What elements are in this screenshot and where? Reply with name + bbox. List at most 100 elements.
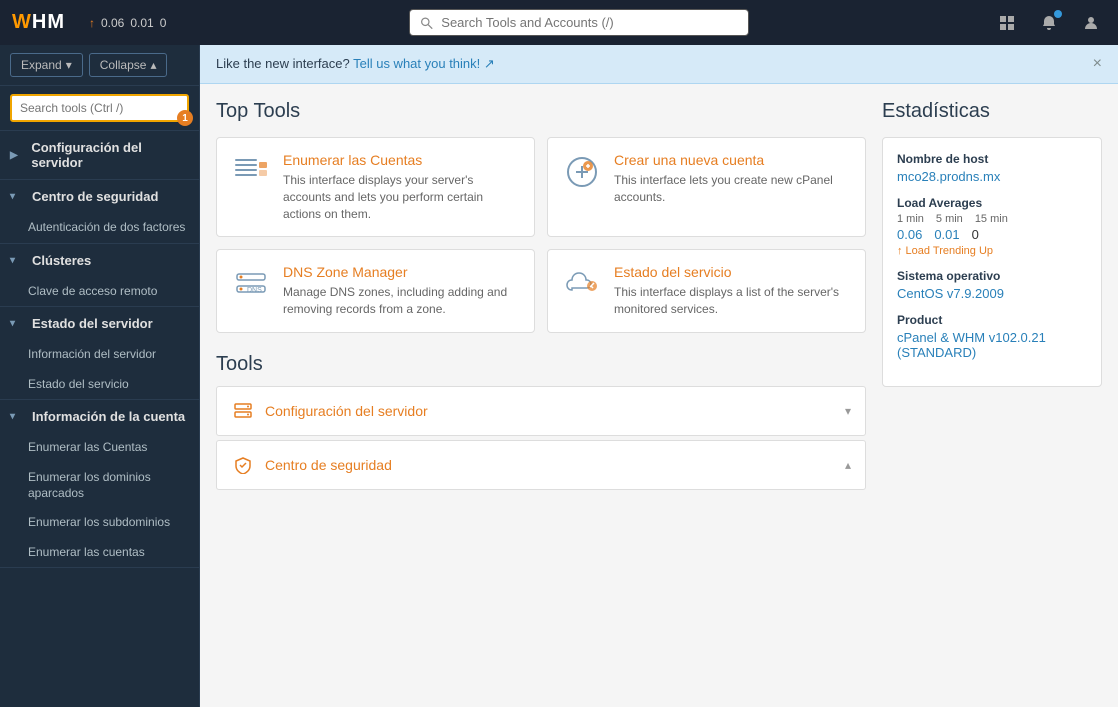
stats-load-headers: 1 min 5 min 15 min [897, 213, 1087, 225]
user-icon [1083, 15, 1099, 31]
accordion-seguridad-title: Centro de seguridad [265, 457, 392, 473]
nav-section-clusteres-header[interactable]: ▾ Clústeres [0, 244, 199, 277]
accordion-config-header[interactable]: Configuración del servidor ▾ [217, 387, 865, 435]
content-inner: Top Tools [200, 84, 1118, 510]
sidebar-item-clave-acceso[interactable]: Clave de acceso remoto [0, 277, 199, 307]
tool-cards-grid: Enumerar las Cuentas This interface disp… [216, 137, 866, 333]
stats-hostname-label: Nombre de host [897, 152, 1087, 166]
svg-text:DNS: DNS [247, 287, 262, 294]
stats-os-row: Sistema operativo CentOS v7.9.2009 [897, 269, 1087, 301]
nav-section-config-label: Configuración del servidor [31, 140, 189, 170]
tool-card-enumerar-title: Enumerar las Cuentas [283, 152, 520, 168]
main-column: Top Tools [216, 100, 866, 494]
load-header-5min: 5 min [936, 213, 963, 225]
load-val-15min: 0 [972, 227, 979, 242]
expand-icon: ▾ [66, 58, 72, 72]
nav-section-info-cuenta-header[interactable]: ▾ Información de la cuenta [0, 400, 199, 433]
stats-panel: Estadísticas Nombre de host mco28.prodns… [882, 100, 1102, 494]
grid-icon [999, 15, 1015, 31]
accordion-seguridad-left: Centro de seguridad [231, 453, 392, 477]
collapse-button[interactable]: Collapse ▴ [89, 53, 168, 77]
tool-card-dns-body: DNS Zone Manager Manage DNS zones, inclu… [283, 264, 520, 318]
tool-icon-plus [562, 152, 602, 192]
user-button[interactable] [1076, 8, 1106, 38]
external-link-icon: ↗ [484, 56, 495, 71]
tool-card-estado[interactable]: Estado del servicio This interface displ… [547, 249, 866, 333]
sidebar-item-enum-cuentas2[interactable]: Enumerar las cuentas [0, 538, 199, 568]
topbar: WHM ↑ 0.06 0.01 0 [0, 0, 1118, 45]
expand-button[interactable]: Expand ▾ [10, 53, 83, 77]
nav-arrow-info-cuenta: ▾ [10, 411, 24, 422]
nav-section-estado-header[interactable]: ▾ Estado del servidor [0, 307, 199, 340]
accordion-config-left: Configuración del servidor [231, 399, 428, 423]
stats-hostname-row: Nombre de host mco28.prodns.mx [897, 152, 1087, 184]
stats-load-label: Load Averages [897, 196, 1087, 210]
topbar-icons [992, 8, 1106, 38]
tool-card-estado-desc: This interface displays a list of the se… [614, 284, 851, 318]
tools-title: Tools [216, 353, 866, 376]
stat-val3: 0 [160, 16, 167, 30]
sidebar-item-enum-cuentas[interactable]: Enumerar las Cuentas [0, 433, 199, 463]
tool-card-estado-body: Estado del servicio This interface displ… [614, 264, 851, 318]
tool-card-enumerar[interactable]: Enumerar las Cuentas This interface disp… [216, 137, 535, 237]
nav-section-config-header[interactable]: ▶ Configuración del servidor [0, 131, 199, 179]
notice-close-button[interactable]: × [1093, 55, 1102, 73]
nav-arrow-config: ▶ [10, 150, 23, 161]
sidebar-nav: ▶ Configuración del servidor ▾ Centro de… [0, 131, 199, 707]
expand-label: Expand [21, 58, 62, 72]
stats-product-row: Product cPanel & WHM v102.0.21 (STANDARD… [897, 313, 1087, 360]
nav-section-seguridad-header[interactable]: ▾ Centro de seguridad [0, 180, 199, 213]
nav-section-info-cuenta-label: Información de la cuenta [32, 409, 185, 424]
sidebar-item-2fa[interactable]: Autenticación de dos factores [0, 213, 199, 243]
stats-arrow: ↑ [89, 16, 95, 30]
stat-val1: 0.06 [101, 16, 124, 30]
accordion-seguridad-chevron: ▴ [845, 458, 851, 472]
nav-section-seguridad: ▾ Centro de seguridad Autenticación de d… [0, 180, 199, 244]
notice-link[interactable]: Tell us what you think! ↗ [353, 56, 495, 71]
notifications-button[interactable] [1034, 8, 1064, 38]
sidebar-item-enum-dominios[interactable]: Enumerar los dominios aparcados [0, 463, 199, 508]
sidebar-search-badge: 1 [177, 110, 193, 126]
collapse-label: Collapse [100, 58, 147, 72]
sidebar-search-input[interactable] [10, 94, 189, 122]
tool-card-dns[interactable]: DNS DNS Zone Manager Manage DNS zones, i… [216, 249, 535, 333]
content: Like the new interface? Tell us what you… [200, 45, 1118, 707]
accordion-seguridad-header[interactable]: Centro de seguridad ▴ [217, 441, 865, 489]
tool-card-crear-title: Crear una nueva cuenta [614, 152, 851, 168]
nav-section-config: ▶ Configuración del servidor [0, 131, 199, 180]
tool-card-enumerar-body: Enumerar las Cuentas This interface disp… [283, 152, 520, 222]
top-tools-title: Top Tools [216, 100, 866, 123]
server-stats: ↑ 0.06 0.01 0 [89, 16, 166, 30]
nav-section-estado-label: Estado del servidor [32, 316, 153, 331]
tool-icon-list [231, 152, 271, 192]
top-tools-section: Top Tools [216, 100, 866, 333]
nav-section-info-cuenta: ▾ Información de la cuenta Enumerar las … [0, 400, 199, 568]
load-val-1min: 0.06 [897, 227, 922, 242]
sidebar-item-enum-subdominios[interactable]: Enumerar los subdominios [0, 508, 199, 538]
stat-val2: 0.01 [130, 16, 153, 30]
search-icon [420, 16, 433, 30]
grid-button[interactable] [992, 8, 1022, 38]
logo: WHM [12, 11, 65, 34]
topbar-search-box[interactable] [409, 9, 749, 36]
tool-card-crear[interactable]: Crear una nueva cuenta This interface le… [547, 137, 866, 237]
topbar-search-input[interactable] [441, 15, 738, 30]
accordion-config-chevron: ▾ [845, 404, 851, 418]
stats-hostname-value: mco28.prodns.mx [897, 169, 1087, 184]
sidebar-search-wrap: 1 [0, 86, 199, 131]
stats-load-row: Load Averages 1 min 5 min 15 min 0.06 0.… [897, 196, 1087, 257]
tool-card-crear-desc: This interface lets you create new cPane… [614, 172, 851, 206]
stats-os-value: CentOS v7.9.2009 [897, 286, 1087, 301]
accordion-config-title: Configuración del servidor [265, 403, 428, 419]
stats-os-label: Sistema operativo [897, 269, 1087, 283]
stats-title: Estadísticas [882, 100, 1102, 123]
nav-arrow-clusteres: ▾ [10, 255, 24, 266]
sidebar-item-estado-servicio[interactable]: Estado del servicio [0, 370, 199, 400]
tool-icon-cloud [562, 264, 602, 304]
sidebar-item-info-servidor[interactable]: Información del servidor [0, 340, 199, 370]
accordion-config: Configuración del servidor ▾ [216, 386, 866, 436]
nav-section-clusteres-label: Clústeres [32, 253, 91, 268]
notice-link-text: Tell us what you think! [353, 56, 480, 71]
topbar-search-area [182, 9, 976, 36]
notification-badge [1054, 10, 1062, 18]
